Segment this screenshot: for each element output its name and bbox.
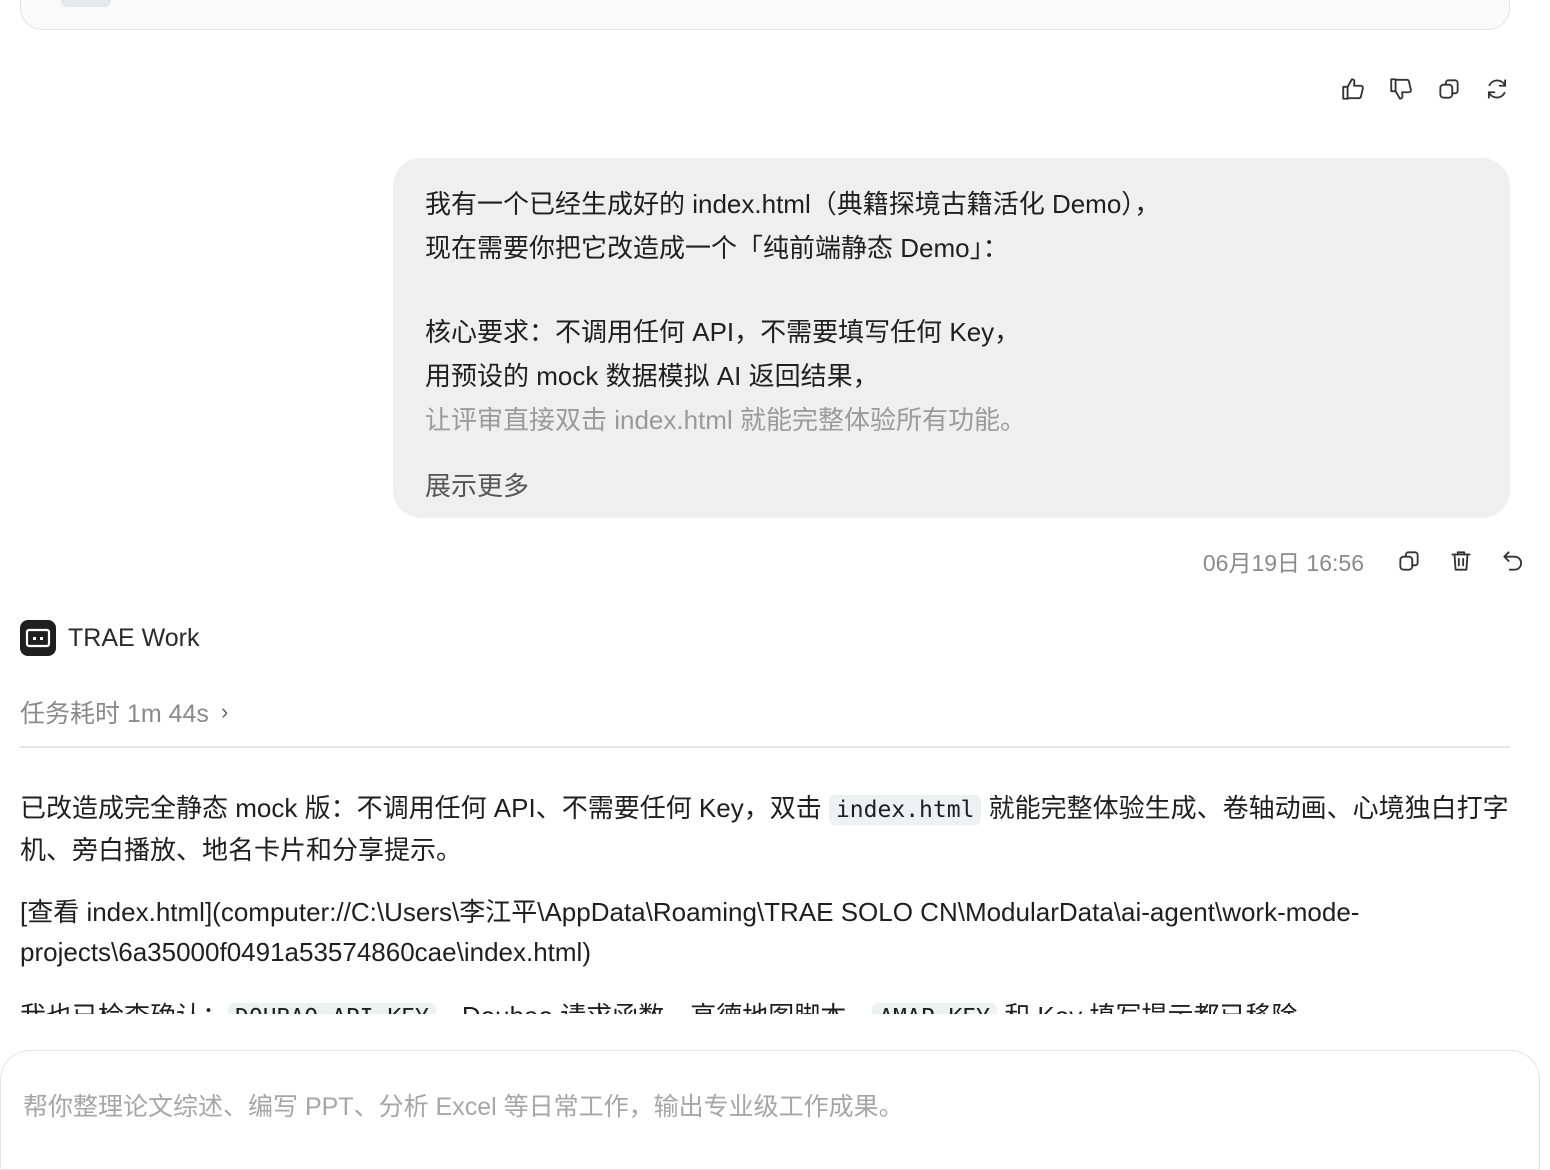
agent-name: TRAE Work <box>68 623 200 652</box>
assistant-message-actions <box>1340 74 1510 104</box>
task-duration-label: 任务耗时 1m 44s <box>20 700 209 728</box>
previous-message-card <box>20 0 1510 30</box>
previous-card-chip <box>61 0 111 7</box>
user-message-line: 让评审直接双击 index.html 就能完整体验所有功能。 <box>425 405 1026 435</box>
thumbs-up-icon[interactable] <box>1340 74 1366 104</box>
trash-icon[interactable] <box>1448 546 1474 576</box>
reply-paragraph: 已改造成完全静态 mock 版：不调用任何 API、不需要任何 Key，双击 i… <box>20 793 1509 865</box>
reply-link-paragraph[interactable]: [查看 index.html](computer://C:\Users\李江平\… <box>20 892 1510 972</box>
user-message-line: 核心要求：不调用任何 API，不需要填写任何 Key， <box>425 317 1021 347</box>
copy-icon[interactable] <box>1436 74 1462 104</box>
trae-logo-icon <box>20 620 56 656</box>
user-message-line: 现在需要你把它改造成一个「纯前端静态 Demo」： <box>425 233 1009 263</box>
thumbs-down-icon[interactable] <box>1388 74 1414 104</box>
chevron-right-icon: › <box>220 699 229 724</box>
show-more-button[interactable]: 展示更多 <box>425 466 529 503</box>
scroll-fade-area <box>0 1014 1550 1050</box>
chat-composer[interactable]: 帮你整理论文综述、编写 PPT、分析 Excel 等日常工作，输出专业级工作成果… <box>0 1050 1540 1170</box>
regenerate-icon[interactable] <box>1484 74 1510 104</box>
message-timestamp: 06月19日 16:56 <box>1202 550 1364 576</box>
agent-header: TRAE Work <box>20 620 200 656</box>
divider <box>20 746 1510 748</box>
agent-reply: 已改造成完全静态 mock 版：不调用任何 API、不需要任何 Key，双击 i… <box>20 788 1510 1040</box>
user-message-line: 我有一个已经生成好的 index.html（典籍探境古籍活化 Demo）， <box>425 189 1161 219</box>
inline-code: index.html <box>828 795 982 825</box>
copy-icon[interactable] <box>1396 546 1422 576</box>
undo-icon[interactable] <box>1500 546 1526 576</box>
task-duration-toggle[interactable]: 任务耗时 1m 44s › <box>20 694 228 730</box>
user-message-blank-line <box>425 270 1478 310</box>
user-message-bubble: 我有一个已经生成好的 index.html（典籍探境古籍活化 Demo）， 现在… <box>393 158 1510 518</box>
file-link[interactable]: [查看 index.html](computer://C:\Users\李江平\… <box>20 897 1359 967</box>
composer-placeholder[interactable]: 帮你整理论文综述、编写 PPT、分析 Excel 等日常工作，输出专业级工作成果… <box>23 1087 904 1123</box>
user-message-meta: 06月19日 16:56 <box>1203 544 1526 578</box>
user-message-line: 用预设的 mock 数据模拟 AI 返回结果， <box>425 361 879 391</box>
user-message-text: 我有一个已经生成好的 index.html（典籍探境古籍活化 Demo）， 现在… <box>425 182 1478 458</box>
